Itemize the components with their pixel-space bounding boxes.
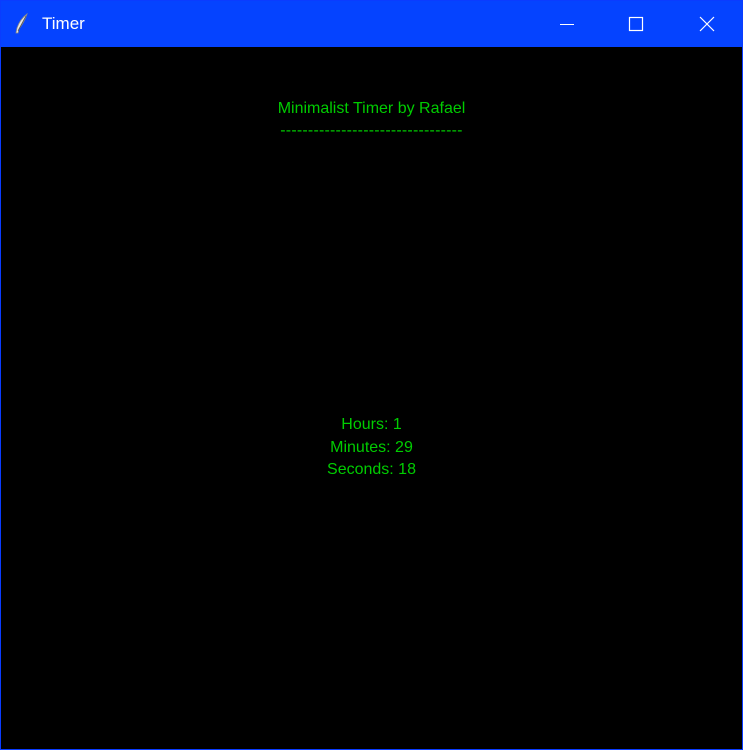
timer-client-area: Minimalist Timer by Rafael -------------… [1, 47, 742, 749]
seconds-label: Seconds: 18 [327, 461, 416, 478]
title-bar[interactable]: Timer [1, 1, 742, 47]
minimize-icon [560, 24, 574, 25]
close-icon [699, 16, 715, 32]
maximize-icon [628, 16, 644, 32]
hours-label: Hours: 1 [341, 416, 402, 433]
window-title: Timer [42, 14, 85, 33]
maximize-button[interactable] [601, 1, 671, 47]
heading-divider: --------------------------------- [280, 122, 463, 139]
minimize-button[interactable] [532, 1, 602, 47]
timer-window: Timer Minimalist Timer by Rafael -------… [0, 0, 743, 750]
close-button[interactable] [672, 1, 742, 47]
time-readout: Hours: 1 Minutes: 29 Seconds: 18 [1, 414, 742, 482]
feather-icon [13, 12, 31, 35]
minutes-label: Minutes: 29 [330, 438, 413, 456]
app-heading: Minimalist Timer by Rafael [277, 100, 466, 117]
